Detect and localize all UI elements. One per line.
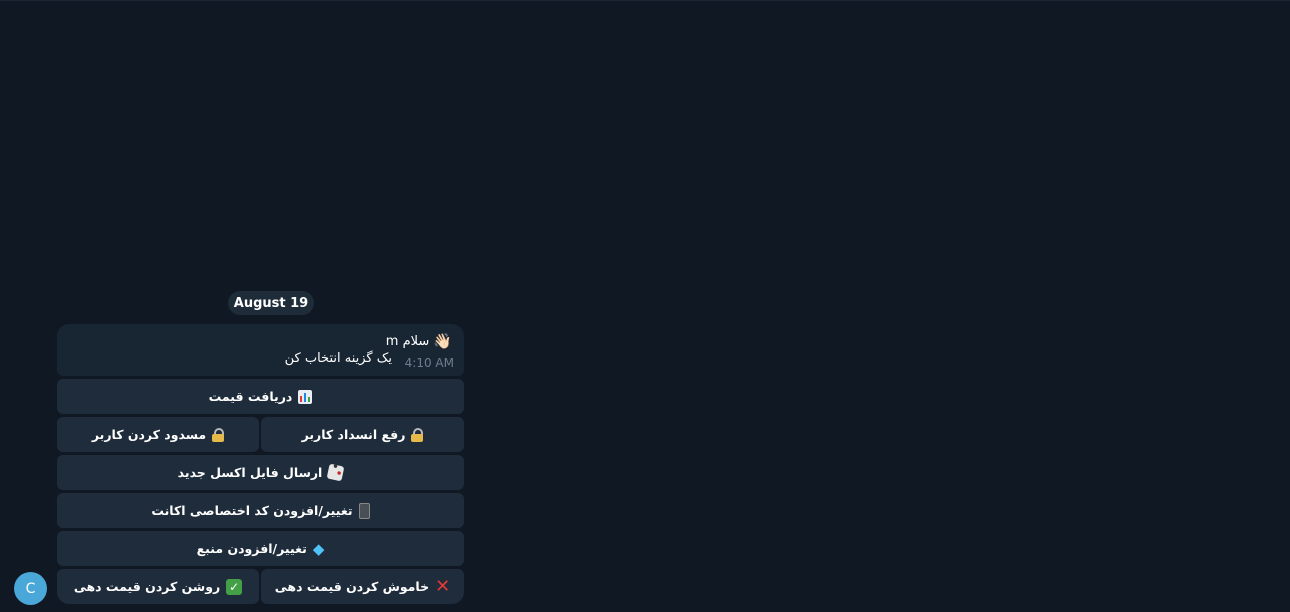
avatar[interactable]: C [14, 572, 47, 605]
message-time: 4:10 AM [404, 356, 454, 370]
date-separator: August 19 [228, 291, 314, 315]
unblock-user-button[interactable]: رفع انسداد کاربر [261, 417, 464, 452]
block-user-label: مسدود کردن کاربر [91, 427, 207, 442]
gem-icon: ◆ [312, 539, 325, 558]
bot-message: 👋🏻 سلام m یک گزینه انتخاب کن 4:10 AM [57, 324, 464, 376]
unblock-user-label: رفع انسداد کاربر [301, 427, 406, 442]
dice-icon [326, 463, 345, 482]
turn-on-pricing-button[interactable]: ✓ روشن کردن قیمت دهی [57, 569, 259, 604]
change-account-code-label: تغییر/افزودن کد اختصاصی اکانت [151, 503, 353, 518]
check-mark-icon: ✓ [226, 578, 243, 595]
phone-icon [358, 502, 370, 519]
get-price-label: دریافت قیمت [208, 389, 293, 404]
get-price-button[interactable]: دریافت قیمت [57, 379, 464, 414]
lock-icon [212, 427, 225, 442]
message-line-1: سلام m [385, 333, 430, 349]
block-user-button[interactable]: مسدود کردن کاربر [57, 417, 259, 452]
send-excel-button[interactable]: ارسال فایل اکسل جدید [57, 455, 464, 490]
send-excel-label: ارسال فایل اکسل جدید [177, 465, 323, 480]
turn-off-pricing-label: خاموش کردن قیمت دهی [274, 579, 430, 594]
change-source-label: تغییر/افزودن منبع [196, 541, 307, 556]
waving-hand-icon: 👋🏻 [433, 332, 452, 350]
turn-off-pricing-button[interactable]: ✕ خاموش کردن قیمت دهی [261, 569, 464, 604]
message-line-2: یک گزینه انتخاب کن [284, 351, 392, 366]
change-account-code-button[interactable]: تغییر/افزودن کد اختصاصی اکانت [57, 493, 464, 528]
change-source-button[interactable]: ◆ تغییر/افزودن منبع [57, 531, 464, 566]
message-greeting: 👋🏻 سلام m [386, 332, 452, 350]
chat-area: August 19 👋🏻 سلام m یک گزینه انتخاب کن 4… [0, 0, 1290, 612]
cross-mark-icon: ✕ [435, 575, 451, 597]
bar-chart-icon [298, 389, 313, 404]
turn-on-pricing-label: روشن کردن قیمت دهی [73, 579, 221, 594]
date-label: August 19 [233, 295, 309, 311]
avatar-letter: C [25, 580, 36, 597]
lock-icon [411, 427, 424, 442]
